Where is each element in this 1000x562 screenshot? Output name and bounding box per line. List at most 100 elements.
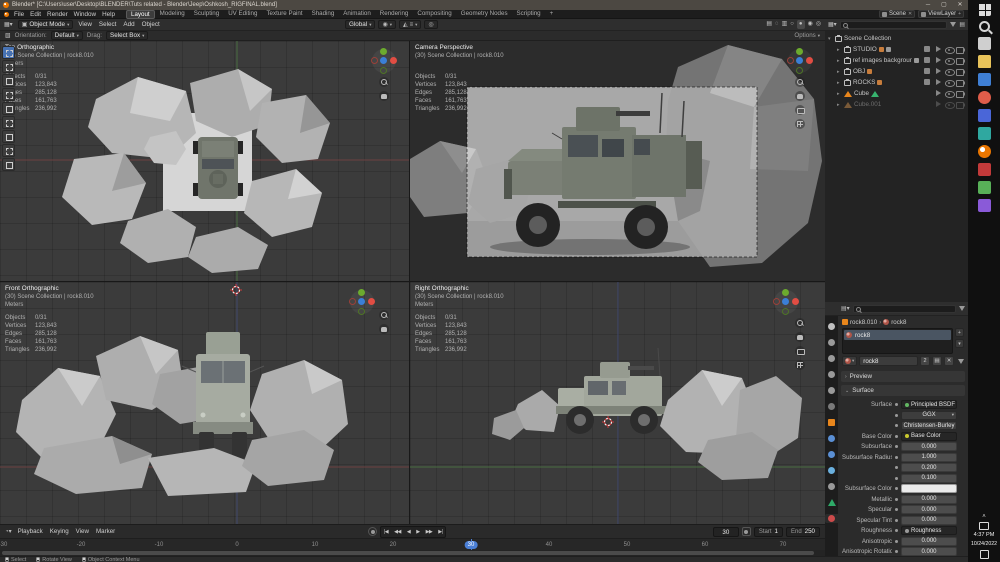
hide-eye-icon[interactable] [945, 67, 955, 76]
tool-transform[interactable] [2, 116, 15, 129]
menu-item[interactable]: File [11, 10, 27, 19]
navigation-gizmo[interactable] [349, 289, 375, 315]
prev-keyframe-button[interactable]: ◀◀ [391, 527, 404, 537]
zoom-icon[interactable] [795, 77, 805, 87]
shading-material-icon[interactable]: ◉ [808, 20, 813, 29]
workspace-tab[interactable]: Texture Paint [262, 10, 306, 19]
snap-dropdown[interactable]: ◭ ≡ ▾ [398, 20, 422, 29]
workspace-tab[interactable]: Animation [339, 10, 375, 19]
tool-rotate[interactable] [2, 88, 15, 101]
window-titlebar[interactable]: Blender* [C:\Users\user\Desktop\BLENDER\… [0, 0, 968, 10]
decorator-dot[interactable] [895, 487, 898, 490]
property-field[interactable]: Roughness ▾ [901, 526, 957, 535]
property-field[interactable]: GGX ▾ [901, 410, 957, 420]
play-reverse-button[interactable]: ◀ [404, 527, 413, 537]
orientation-value-dropdown[interactable]: Default ▾ [50, 31, 83, 40]
toggle-perspective-icon[interactable] [795, 119, 805, 129]
property-field[interactable]: Base Color ▾ [901, 431, 957, 441]
outliner-search-input[interactable] [839, 20, 948, 29]
disclosure-icon[interactable]: ▸ [837, 80, 842, 86]
taskbar-app-icon-4[interactable] [977, 127, 991, 140]
timeline-menu-item[interactable]: Marker [96, 528, 115, 535]
navigation-gizmo[interactable] [773, 289, 799, 315]
users-count-button[interactable]: 2 [920, 356, 930, 366]
decorator-dot[interactable] [895, 550, 898, 553]
jump-to-start-button[interactable]: |◀ [381, 527, 391, 537]
breadcrumb-material[interactable]: rock8 [891, 319, 906, 326]
exclude-checkbox[interactable] [923, 45, 932, 54]
property-field[interactable]: 0.000 ▾ [901, 494, 957, 504]
render-visibility-icon[interactable] [956, 56, 965, 65]
workspace-tab[interactable]: + [546, 10, 558, 19]
outliner-row-rocks[interactable]: ▸ ROCKS [825, 77, 968, 88]
filter-funnel-icon[interactable] [958, 358, 964, 364]
next-keyframe-button[interactable]: ▶▶ [423, 527, 436, 537]
selectable-icon[interactable] [934, 67, 943, 76]
viewport-camera-persp[interactable]: Camera Perspective (30) Scene Collection… [410, 41, 825, 281]
display-tray-icon[interactable] [979, 522, 989, 530]
workspace-tab[interactable]: Geometry Nodes [457, 10, 512, 19]
properties-search-input[interactable] [852, 304, 956, 313]
start-frame-field[interactable]: Start 1 [753, 526, 783, 537]
selectable-icon[interactable] [934, 89, 943, 98]
drag-mode-dropdown[interactable]: Select Box ▾ [106, 31, 149, 40]
outliner-row-ref-images[interactable]: ▸ ref images background [825, 55, 968, 66]
play-button[interactable]: ▶ [413, 527, 422, 537]
3d-cursor[interactable] [230, 284, 242, 296]
scene-selector[interactable]: Scene ✕ [878, 10, 916, 18]
selectable-icon[interactable] [934, 100, 943, 109]
menu-item[interactable]: Help [99, 10, 118, 19]
decorator-dot[interactable] [895, 413, 898, 417]
current-frame-field[interactable]: 30 [712, 526, 739, 537]
decorator-dot[interactable] [895, 539, 898, 543]
outliner-row-scene-collection[interactable]: ▾ Scene Collection [825, 33, 968, 44]
taskbar-search-icon[interactable] [978, 21, 990, 32]
zoom-icon[interactable] [379, 77, 389, 87]
property-field[interactable]: 0.000 ▾ [901, 515, 957, 525]
clock-time[interactable]: 4:37 PM [974, 532, 995, 539]
tab-render-icon[interactable] [827, 338, 836, 347]
exclude-checkbox[interactable] [923, 78, 932, 87]
outliner-row-obj[interactable]: ▸ OBJ [825, 66, 968, 77]
preview-panel-header[interactable]: › Preview [841, 371, 965, 382]
preview-range-icon[interactable] [741, 527, 751, 536]
notification-center-icon[interactable] [979, 550, 989, 559]
filter-funnel-icon[interactable] [950, 22, 957, 27]
hide-eye-icon[interactable] [945, 89, 955, 98]
viewport-menu-item[interactable]: Object [142, 21, 160, 28]
timeline-ruler[interactable]: -30 -20 -10 0 10 20 30 40 50 60 70 [0, 538, 825, 550]
workspace-tab[interactable]: Scripting [513, 10, 545, 19]
outliner-row-studio[interactable]: ▸ STUDIO [825, 44, 968, 55]
tab-view-layer-icon[interactable] [827, 370, 836, 379]
selectable-icon[interactable] [934, 78, 943, 87]
maximize-button[interactable]: ▢ [936, 0, 952, 10]
tab-tool-icon[interactable] [827, 322, 836, 331]
unlink-scene-icon[interactable]: ✕ [908, 11, 912, 17]
filter-funnel-icon[interactable] [959, 306, 965, 311]
outliner-row-cube-001[interactable]: ▸ Cube.001 [825, 99, 968, 110]
show-overlays-icon[interactable]: ◌ [775, 20, 779, 29]
property-field[interactable]: 0.000 ▾ [901, 536, 957, 546]
zoom-icon[interactable] [379, 310, 389, 320]
view-layer-selector[interactable]: ViewLayer + [918, 10, 964, 18]
shading-solid-icon[interactable]: ● [796, 20, 805, 29]
taskbar-app-icon-6[interactable] [977, 181, 991, 194]
property-field[interactable]: 0.000 ▾ [901, 505, 957, 514]
file-explorer-icon[interactable] [977, 55, 991, 68]
pan-icon[interactable] [795, 91, 805, 101]
decorator-dot[interactable] [895, 466, 898, 469]
hide-eye-icon[interactable] [945, 100, 955, 109]
camera-view-icon[interactable] [795, 105, 805, 115]
timeline-menu-item[interactable]: View [76, 528, 89, 535]
end-frame-field[interactable]: End 250 [785, 526, 820, 537]
tab-scene-icon[interactable] [827, 386, 836, 395]
menu-item[interactable]: Window [71, 10, 99, 19]
disclosure-icon[interactable]: ▾ [828, 36, 833, 42]
property-field[interactable]: 0.100 ▾ [901, 473, 957, 483]
toggle-perspective-icon[interactable] [795, 360, 805, 370]
timeline-menu-item[interactable]: Keying [50, 528, 69, 535]
menu-item[interactable]: Render [44, 10, 71, 19]
taskbar-app-icon-2[interactable] [977, 91, 991, 104]
tab-constraints-icon[interactable] [827, 482, 836, 491]
jump-to-end-button[interactable]: ▶| [435, 527, 445, 537]
